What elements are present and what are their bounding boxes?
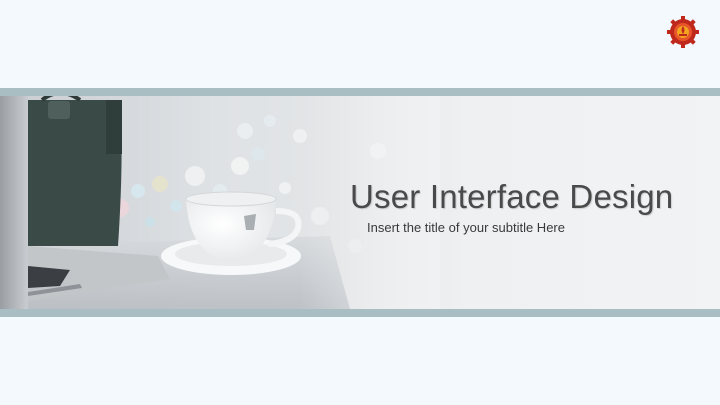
slide-title: User Interface Design [350,178,674,215]
slide-subtitle: Insert the title of your subtitle Here [367,220,565,235]
banner-top-line [0,88,720,96]
banner-bottom-line [0,309,720,317]
gear-emblem-logo [666,15,700,49]
